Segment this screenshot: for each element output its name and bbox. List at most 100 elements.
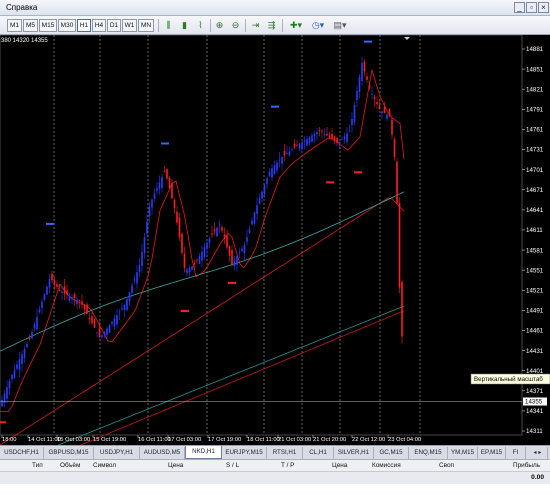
trade-column-header[interactable]: Тип xyxy=(32,460,43,472)
timeframe-m5[interactable]: M5 xyxy=(23,19,38,32)
price-tick-label: 14731 xyxy=(526,147,544,154)
candle xyxy=(288,151,291,156)
symbol-tab[interactable]: YM,M15 xyxy=(448,447,478,459)
candle xyxy=(181,233,183,253)
timeframe-mn[interactable]: MN xyxy=(138,19,154,32)
symbol-tab[interactable]: ENQ,M15 xyxy=(409,447,448,459)
time-tick-label: 15 Oct 19:00 xyxy=(93,437,126,443)
toolbar: M1 M5 M15 M30 H1 H4 D1 W1 MN ⫼ ▮ ⌇ ⊕ ⊖ ⇥… xyxy=(0,16,550,35)
price-tick-label: 14881 xyxy=(526,46,544,53)
price-chart[interactable]: 14881 14851 14821 14791 14761 14731 14701 14671… xyxy=(0,35,550,445)
chart-shift-icon[interactable]: ⇥ xyxy=(249,19,262,32)
symbol-tab[interactable]: SILVER,H1 xyxy=(334,447,374,459)
bar-chart-icon[interactable]: ⫼ xyxy=(162,19,175,32)
symbol-tab[interactable]: RTSI,H1 xyxy=(267,447,303,459)
candle xyxy=(168,178,171,189)
candle xyxy=(123,305,126,311)
symbol-tab[interactable]: EURJPY,M15 xyxy=(222,447,267,459)
candle xyxy=(153,193,156,199)
trade-column-header[interactable]: Прибыль xyxy=(513,460,540,472)
tab-scroll-arrows-icon[interactable]: ◂ ▸ xyxy=(528,447,548,459)
candle xyxy=(183,253,186,268)
profit-total: 0.00 xyxy=(531,474,544,481)
candle xyxy=(113,318,116,327)
close-button[interactable]: × xyxy=(538,2,549,13)
candle xyxy=(18,359,21,370)
trade-column-header[interactable]: Объём xyxy=(60,460,80,472)
candle xyxy=(231,250,233,265)
timeframe-d1[interactable]: D1 xyxy=(107,19,121,32)
symbol-tab[interactable]: AUDUSD,M5 xyxy=(140,447,185,459)
timeframe-h1[interactable]: H1 xyxy=(77,19,91,32)
time-tick-label: 18 Oct 11:00 xyxy=(247,437,280,443)
symbol-tab[interactable]: EP,M15 xyxy=(478,447,506,459)
candle xyxy=(43,294,46,300)
candle xyxy=(126,298,128,311)
symbol-tab[interactable]: USDJPY,H1 xyxy=(94,447,140,459)
candlestick-chart-icon[interactable]: ▮ xyxy=(178,19,191,32)
moving-average-cyan-1 xyxy=(0,191,405,352)
symbol-tabs-bar: USDCHF,H1 GBPUSD,M15 USDJPY,H1 AUDUSD,M5 NKD… xyxy=(0,445,550,459)
symbol-tab[interactable]: USDCHF,H1 xyxy=(0,447,44,459)
candle xyxy=(366,76,368,80)
symbol-tab[interactable]: NKD,H1 xyxy=(185,446,222,459)
trade-column-header[interactable]: Своп xyxy=(439,460,454,472)
price-tick-label: 14641 xyxy=(526,207,544,214)
timeframe-m30[interactable]: M30 xyxy=(58,19,76,32)
fractal-marker xyxy=(46,222,54,225)
candle xyxy=(238,252,241,254)
candle xyxy=(53,280,56,284)
tooltip-text: Вертикальный масштаб xyxy=(474,376,543,383)
symbol-tab[interactable]: FI xyxy=(506,447,526,459)
moving-average-fast xyxy=(0,69,405,412)
candle xyxy=(91,316,93,324)
price-tick-label: 14461 xyxy=(526,328,544,335)
candle xyxy=(48,279,51,288)
candle xyxy=(338,141,341,146)
candle xyxy=(121,308,123,310)
symbol-tab[interactable]: GBPUSD,M15 xyxy=(44,447,94,459)
timeframe-h4[interactable]: H4 xyxy=(92,19,106,32)
timeframe-m1[interactable]: M1 xyxy=(7,19,22,32)
restore-button[interactable]: ▫ xyxy=(526,2,537,13)
trade-column-header[interactable]: T / P xyxy=(281,460,294,472)
zoom-in-icon[interactable]: ⊕ xyxy=(213,19,226,32)
trade-column-header[interactable]: Комиссия xyxy=(372,460,401,472)
symbol-tab[interactable]: GC,M15 xyxy=(374,447,409,459)
periods-icon[interactable]: ◷▾ xyxy=(308,19,328,32)
candle xyxy=(236,256,238,265)
trade-column-header[interactable]: Символ xyxy=(93,460,116,472)
timeframe-m15[interactable]: M15 xyxy=(39,19,57,32)
candle xyxy=(386,114,388,119)
candle xyxy=(391,119,393,135)
candle xyxy=(316,132,318,135)
candle xyxy=(303,140,306,142)
candle xyxy=(246,237,248,242)
candle xyxy=(118,311,121,313)
candle xyxy=(263,185,266,195)
candle xyxy=(318,130,321,131)
zoom-out-icon[interactable]: ⊖ xyxy=(229,19,242,32)
candle xyxy=(186,269,188,273)
candle xyxy=(198,256,201,264)
price-tick-label: 14581 xyxy=(526,247,544,254)
templates-icon[interactable]: ▤▾ xyxy=(330,19,350,32)
candle xyxy=(58,290,61,291)
candle xyxy=(268,171,271,177)
indicators-icon[interactable]: ✚▾ xyxy=(286,19,306,32)
candle xyxy=(283,150,286,156)
trade-column-header[interactable]: S / L xyxy=(226,460,239,472)
menu-help[interactable]: Справка xyxy=(6,3,37,12)
trade-column-header[interactable]: Цена xyxy=(332,460,347,472)
line-chart-icon[interactable]: ⌇ xyxy=(194,19,207,32)
symbol-tab[interactable]: CL,H1 xyxy=(303,447,334,459)
candle xyxy=(211,233,213,235)
autoscroll-icon[interactable]: ⇶ xyxy=(265,19,278,32)
candle xyxy=(346,133,348,143)
minimize-button[interactable]: _ xyxy=(514,2,525,13)
candle xyxy=(38,309,41,313)
price-tick-label: 14761 xyxy=(526,127,544,134)
candle xyxy=(203,247,206,258)
timeframe-w1[interactable]: W1 xyxy=(122,19,137,32)
trade-column-header[interactable]: Цена xyxy=(168,460,183,472)
